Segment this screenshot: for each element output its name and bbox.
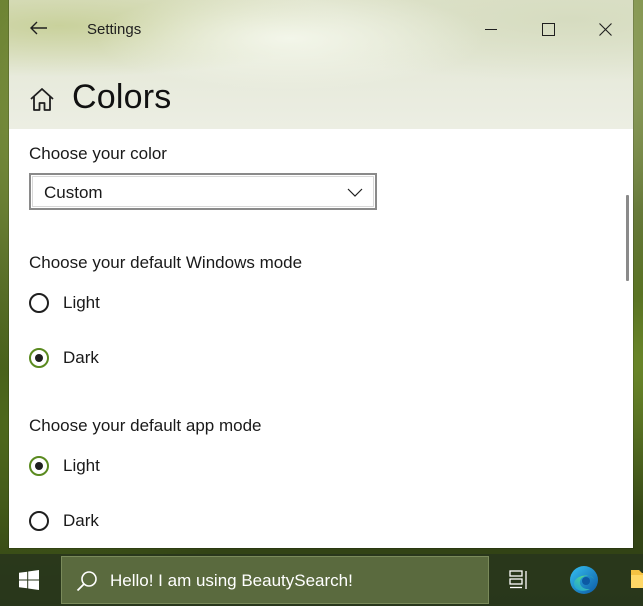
- back-arrow-icon: [30, 21, 47, 35]
- choose-color-label: Choose your color: [29, 144, 167, 163]
- start-button[interactable]: [0, 554, 58, 606]
- dropdown-selected-value: Custom: [44, 183, 103, 202]
- app-mode-dark-option[interactable]: Dark: [29, 506, 99, 536]
- radio-label: Dark: [63, 511, 99, 530]
- radio-label: Light: [63, 293, 100, 312]
- maximize-icon: [541, 22, 555, 36]
- radio-button[interactable]: [29, 293, 49, 313]
- task-view-button[interactable]: [500, 554, 540, 606]
- taskbar: Hello! I am using BeautySearch!: [0, 554, 643, 606]
- radio-button[interactable]: [29, 511, 49, 531]
- minimize-icon: [485, 29, 497, 30]
- windows-mode-dark-option[interactable]: Dark: [29, 343, 99, 373]
- edge-button[interactable]: [561, 554, 607, 606]
- window-header: Settings Colors: [9, 0, 633, 129]
- title-bar: Settings: [9, 0, 633, 60]
- maximize-button[interactable]: [528, 10, 568, 48]
- edge-icon: [570, 566, 598, 594]
- radio-label: Dark: [63, 348, 99, 367]
- home-icon[interactable]: [28, 86, 56, 114]
- radio-button-checked[interactable]: [29, 348, 49, 368]
- app-mode-light-option[interactable]: Light: [29, 451, 100, 481]
- minimize-button[interactable]: [471, 10, 511, 48]
- scrollbar-thumb[interactable]: [626, 195, 629, 281]
- settings-content: Choose your color Custom Choose your def…: [9, 129, 633, 548]
- close-icon: [598, 22, 612, 36]
- close-button[interactable]: [585, 10, 625, 48]
- color-dropdown[interactable]: Custom: [29, 173, 377, 210]
- search-text: Hello! I am using BeautySearch!: [110, 571, 353, 590]
- file-explorer-button[interactable]: [623, 554, 643, 606]
- settings-window: Settings Colors Choose your color Custom…: [9, 0, 633, 548]
- windows-mode-light-option[interactable]: Light: [29, 288, 100, 318]
- page-title: Colors: [72, 78, 172, 116]
- app-mode-label: Choose your default app mode: [29, 416, 262, 435]
- windows-logo-icon: [19, 570, 39, 590]
- windows-mode-label: Choose your default Windows mode: [29, 253, 303, 272]
- back-button[interactable]: [23, 12, 55, 44]
- radio-label: Light: [63, 456, 100, 475]
- radio-button-checked[interactable]: [29, 456, 49, 476]
- file-explorer-icon: [631, 570, 643, 588]
- search-icon: [76, 571, 97, 592]
- taskbar-search-box[interactable]: Hello! I am using BeautySearch!: [61, 556, 489, 604]
- app-title: Settings: [87, 21, 142, 38]
- task-view-icon: [509, 570, 527, 589]
- chevron-down-icon: [347, 188, 363, 197]
